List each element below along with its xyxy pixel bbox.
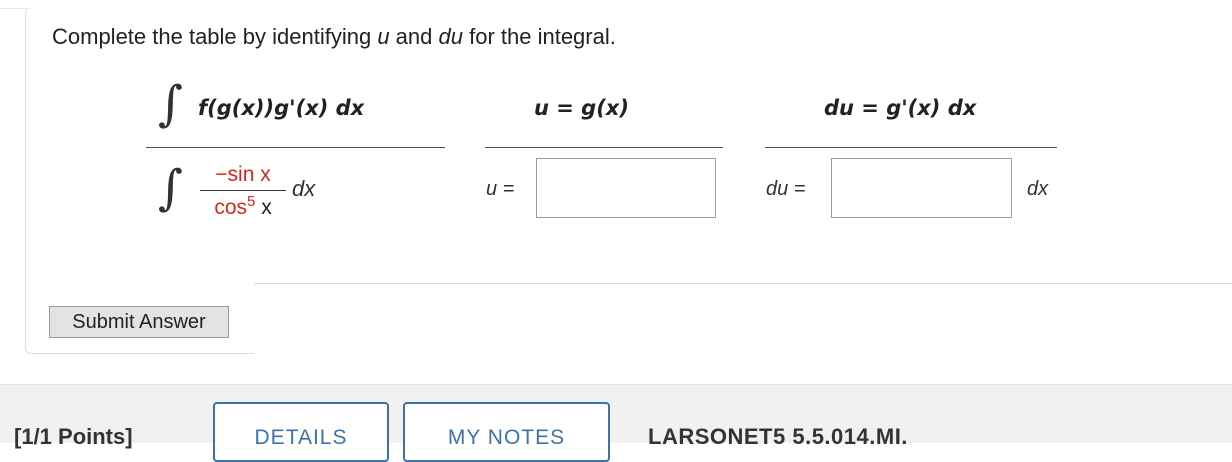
header-du: du = g'(x) dx: [824, 96, 977, 120]
my-notes-button[interactable]: MY NOTES: [403, 402, 610, 462]
integral-sign-icon: ∫: [158, 160, 184, 216]
submit-answer-button[interactable]: Submit Answer: [49, 306, 229, 338]
question-prompt: Complete the table by identifying u and …: [52, 24, 616, 49]
u-label: u =: [486, 178, 515, 200]
du-dx-suffix: dx: [1027, 178, 1049, 200]
integrand-dx: dx: [292, 176, 316, 201]
header-rule-u: [485, 147, 723, 148]
integrand-denominator: cos5 x: [214, 193, 272, 219]
du-input[interactable]: [831, 158, 1012, 218]
card-divider: [254, 283, 1232, 364]
problem-code: LARSONET5 5.5.014.MI.: [648, 424, 908, 449]
details-button[interactable]: DETAILS: [213, 402, 389, 462]
header-u: u = g(x): [534, 96, 629, 120]
integrand-fraction: −sin x cos5 x: [200, 163, 286, 220]
u-input[interactable]: [536, 158, 716, 218]
fraction-bar: [200, 190, 286, 191]
integral-sign-icon: ∫: [158, 76, 184, 132]
integrand-numerator: −sin x: [215, 163, 271, 186]
points-label: [1/1 Points]: [14, 424, 133, 449]
du-label: du =: [766, 178, 806, 200]
header-rule-du: [765, 147, 1057, 148]
header-rule-integral: [146, 147, 445, 148]
header-integral: f(g(x))g'(x) dx: [198, 96, 365, 120]
next-question-area: [0, 384, 1232, 443]
